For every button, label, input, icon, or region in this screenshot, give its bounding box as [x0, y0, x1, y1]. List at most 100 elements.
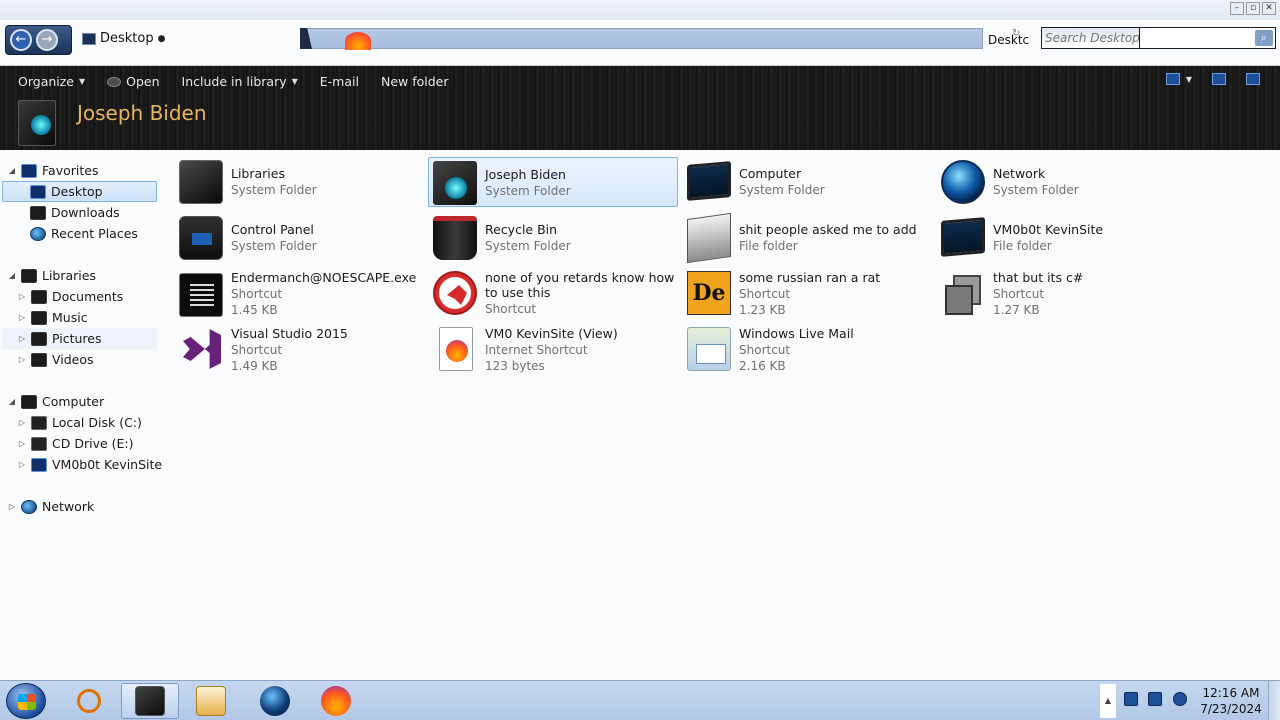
maximize-button[interactable]: ▫	[1246, 2, 1260, 15]
search-input[interactable]	[1045, 30, 1185, 46]
command-bar: Organize ▼ Open Include in library ▼ E-m…	[0, 66, 1280, 97]
preview-pane-icon[interactable]	[1212, 73, 1226, 85]
item-vm-kevinsite[interactable]: VM0b0t KevinSite File folder	[937, 213, 1187, 263]
item-size: 1.27 KB	[993, 303, 1040, 317]
start-button[interactable]	[6, 683, 46, 719]
close-button[interactable]: ✕	[1262, 2, 1276, 15]
nav-pictures[interactable]: ▷ Pictures	[18, 328, 102, 349]
breadcrumb-separator-icon[interactable]: ●	[158, 34, 166, 44]
change-view-icon[interactable]	[1165, 73, 1180, 85]
item-csharp-shortcut[interactable]: that but its c# Shortcut 1.27 KB	[937, 261, 1187, 317]
nav-cd-drive[interactable]: ▷ CD Drive (E:)	[18, 433, 134, 454]
item-russian-rat[interactable]: De some russian ran a rat Shortcut 1.23 …	[683, 261, 933, 317]
search-icon[interactable]: ⌕	[1255, 30, 1273, 46]
taskbar-explorer[interactable]	[121, 683, 179, 719]
network-globe-icon	[941, 160, 985, 204]
address-location-label: Desktc	[988, 33, 1030, 47]
tray-expand-icon[interactable]: ▲	[1100, 684, 1116, 718]
taskbar-globe[interactable]	[246, 683, 304, 719]
nav-vm-kevinsite[interactable]: ▷ VM0b0t KevinSite	[18, 454, 162, 475]
nav-favorites[interactable]: ◢ Favorites	[8, 160, 99, 181]
item-name: Network	[993, 166, 1046, 181]
nav-videos[interactable]: ▷ Videos	[18, 349, 94, 370]
monitor-folder-icon	[941, 217, 985, 257]
item-rat-shortcut[interactable]: none of you retards know how to use this…	[429, 261, 679, 316]
item-size: 2.16 KB	[739, 359, 786, 373]
email-label: E-mail	[319, 74, 359, 89]
globe-icon	[260, 686, 290, 716]
chevron-down-icon[interactable]: ▼	[1186, 75, 1192, 84]
address-bar[interactable]	[300, 28, 983, 49]
item-vm-kevinsite-view[interactable]: VM0 KevinSite (View) Internet Shortcut 1…	[429, 317, 679, 373]
breadcrumb-desktop[interactable]: Desktop	[100, 31, 154, 46]
back-button[interactable]: ←	[10, 29, 32, 51]
expand-arrow-icon[interactable]: ▷	[18, 334, 26, 343]
nav-local-disk[interactable]: ▷ Local Disk (C:)	[18, 412, 142, 433]
volume-icon[interactable]	[1173, 692, 1187, 706]
taskbar-search[interactable]	[60, 683, 118, 719]
help-icon[interactable]	[1246, 73, 1260, 85]
item-type: System Folder	[993, 183, 1079, 197]
expand-arrow-icon[interactable]: ▷	[18, 355, 26, 364]
item-type: System Folder	[485, 184, 571, 198]
network-tray-icon[interactable]	[1148, 692, 1162, 706]
nav-label: Desktop	[51, 184, 103, 199]
expand-arrow-icon[interactable]: ▷	[18, 439, 26, 448]
nav-label: Downloads	[51, 205, 120, 220]
show-desktop-button[interactable]	[1268, 681, 1280, 720]
nav-documents[interactable]: ▷ Documents	[18, 286, 123, 307]
taskbar-media[interactable]	[182, 683, 240, 719]
expand-arrow-icon[interactable]: ▷	[8, 502, 16, 511]
item-name: Libraries	[231, 166, 285, 181]
item-control-panel[interactable]: Control Panel System Folder	[175, 213, 425, 263]
expand-arrow-icon[interactable]: ▷	[18, 313, 26, 322]
expand-arrow-icon[interactable]: ▷	[18, 292, 26, 301]
taskbar-firefox[interactable]	[307, 683, 365, 719]
nav-desktop[interactable]: Desktop	[30, 181, 103, 202]
item-libraries[interactable]: Libraries System Folder	[175, 157, 425, 207]
recycle-bin-icon	[433, 216, 477, 260]
organize-button[interactable]: Organize ▼	[0, 66, 96, 97]
open-button[interactable]: Open	[96, 66, 170, 97]
item-computer[interactable]: Computer System Folder	[683, 157, 933, 207]
clock[interactable]: 12:16 AM 7/23/2024	[1196, 685, 1266, 717]
item-visual-studio[interactable]: Visual Studio 2015 Shortcut 1.49 KB	[175, 317, 425, 373]
minimize-button[interactable]: –	[1230, 2, 1244, 15]
nav-computer[interactable]: ◢ Computer	[8, 391, 104, 412]
item-people-folder[interactable]: shit people asked me to add File folder	[683, 212, 933, 264]
include-in-library-button[interactable]: Include in library ▼	[171, 66, 309, 97]
expand-arrow-icon[interactable]: ▷	[18, 418, 26, 427]
expand-arrow-icon[interactable]: ▷	[18, 460, 26, 469]
search-box[interactable]: ⌕	[1041, 27, 1276, 49]
item-windows-live-mail[interactable]: Windows Live Mail Shortcut 2.16 KB	[683, 317, 933, 373]
item-recycle-bin[interactable]: Recycle Bin System Folder	[429, 213, 679, 263]
nav-label: CD Drive (E:)	[52, 436, 134, 451]
nav-label: Favorites	[42, 163, 99, 178]
firefox-doc-icon	[439, 327, 473, 371]
nav-network[interactable]: ▷ Network	[8, 496, 94, 517]
refresh-icon[interactable]: ↻	[1012, 28, 1020, 39]
nav-downloads[interactable]: Downloads	[30, 202, 120, 223]
forward-button[interactable]: →	[36, 29, 58, 51]
nav-label: Pictures	[52, 331, 102, 346]
collapse-arrow-icon[interactable]: ◢	[8, 397, 16, 406]
tray-app-icon[interactable]	[1124, 692, 1138, 706]
item-name: shit people asked me to add	[739, 222, 917, 237]
breadcrumb[interactable]: Desktop ●	[82, 31, 165, 46]
chevron-down-icon: ▼	[291, 77, 298, 86]
collapse-arrow-icon[interactable]: ◢	[8, 166, 16, 175]
item-size: 1.45 KB	[231, 303, 278, 317]
email-button[interactable]: E-mail	[309, 66, 370, 97]
libraries-icon	[179, 160, 223, 204]
organize-label: Organize	[18, 74, 74, 89]
item-joseph-biden[interactable]: Joseph Biden System Folder	[428, 157, 678, 207]
nav-music[interactable]: ▷ Music	[18, 307, 88, 328]
nav-libraries[interactable]: ◢ Libraries	[8, 265, 96, 286]
mail-icon	[687, 327, 731, 371]
new-folder-button[interactable]: New folder	[370, 66, 460, 97]
item-endermanch-exe[interactable]: Endermanch@NOESCAPE.exe Shortcut 1.45 KB	[175, 261, 425, 317]
collapse-arrow-icon[interactable]: ◢	[8, 271, 16, 280]
item-type: File folder	[739, 239, 798, 253]
nav-recent-places[interactable]: Recent Places	[30, 223, 138, 244]
item-network[interactable]: Network System Folder	[937, 157, 1187, 207]
